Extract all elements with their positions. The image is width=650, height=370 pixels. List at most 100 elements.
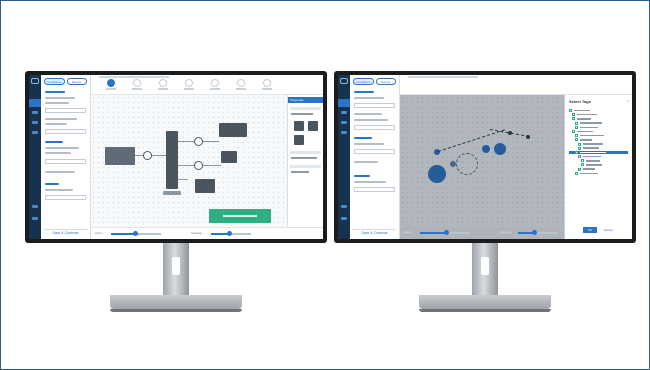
- process-node[interactable]: [194, 161, 203, 170]
- tree-row[interactable]: [569, 125, 628, 129]
- nav-item-icon[interactable]: [341, 217, 347, 220]
- text-line: [354, 161, 378, 163]
- connector: [203, 165, 221, 166]
- tree-row[interactable]: [569, 117, 628, 121]
- text-line: [45, 152, 71, 154]
- nav-item-icon[interactable]: [32, 205, 38, 208]
- device-icon[interactable]: [308, 121, 318, 131]
- dialog-title: Select Tags: [569, 99, 591, 104]
- zoom-slider[interactable]: [111, 231, 161, 236]
- text-line: [291, 113, 313, 115]
- section-heading: [354, 175, 370, 177]
- nav-item-icon[interactable]: [341, 131, 347, 134]
- nav-item-icon[interactable]: [341, 205, 347, 208]
- save-continue-button[interactable]: Save & Continue: [353, 229, 396, 235]
- step-icon[interactable]: [263, 79, 271, 87]
- tree-row[interactable]: [569, 142, 628, 146]
- tree-row[interactable]: [569, 129, 628, 133]
- notification-toast[interactable]: [209, 209, 271, 223]
- tree-row-selected[interactable]: [569, 150, 628, 154]
- close-icon[interactable]: ×: [627, 98, 629, 103]
- zoom-label: Zoom: [404, 230, 412, 234]
- tree-row[interactable]: [569, 167, 628, 171]
- step-icon[interactable]: [211, 79, 219, 87]
- text-line: [45, 102, 69, 104]
- spacing-slider[interactable]: [518, 230, 558, 235]
- server-node[interactable]: [166, 131, 178, 189]
- right-stand-neck: [472, 243, 498, 295]
- tab-events[interactable]: Events: [375, 78, 396, 85]
- tree-row[interactable]: [569, 155, 628, 159]
- step-label: [184, 88, 194, 90]
- step-label: [236, 88, 246, 90]
- toast-text: [223, 215, 257, 217]
- output-node[interactable]: [219, 123, 247, 137]
- tree-row[interactable]: [569, 113, 628, 117]
- right-monitor: Conditions Events Save & Continue Select…: [334, 71, 636, 243]
- side-panel: Conditions Events Save & Continue: [350, 75, 400, 239]
- tree-row[interactable]: [569, 171, 628, 175]
- nav-item-icon[interactable]: [32, 121, 38, 124]
- input-field[interactable]: [45, 195, 86, 200]
- step-icon[interactable]: [133, 79, 141, 87]
- nav-item-icon[interactable]: [32, 217, 38, 220]
- tab-events[interactable]: Events: [66, 78, 87, 85]
- process-node[interactable]: [194, 137, 203, 146]
- tree-row[interactable]: [569, 134, 628, 138]
- cancel-button[interactable]: Cancel: [601, 227, 615, 233]
- save-continue-button[interactable]: Save & Continue: [44, 229, 87, 235]
- connector: [152, 155, 166, 156]
- zoom-slider[interactable]: [420, 230, 470, 235]
- nav-active-item[interactable]: [338, 99, 350, 107]
- nav-item-icon[interactable]: [32, 131, 38, 134]
- step-toolbar: [91, 75, 323, 95]
- tab-conditions[interactable]: Conditions: [44, 78, 65, 85]
- step-icon[interactable]: [185, 79, 193, 87]
- tree-row[interactable]: [569, 121, 628, 125]
- panel-header: Properties: [288, 97, 323, 103]
- chart-widget[interactable]: [105, 147, 135, 165]
- right-screen: Conditions Events Save & Continue Select…: [338, 75, 632, 239]
- left-monitor: Conditions Events Save & Continue Proper…: [25, 71, 327, 243]
- step-icon[interactable]: [237, 79, 245, 87]
- input-field[interactable]: [354, 187, 395, 192]
- spacing-slider[interactable]: [211, 231, 251, 236]
- tree-row[interactable]: [569, 159, 628, 163]
- step-icon[interactable]: [107, 79, 115, 87]
- section-heading: [45, 91, 65, 93]
- output-node[interactable]: [221, 151, 237, 163]
- connector: [178, 165, 194, 166]
- nav-item-icon[interactable]: [341, 121, 347, 124]
- device-icon[interactable]: [294, 135, 304, 145]
- tree-row[interactable]: [569, 163, 628, 167]
- step-icon[interactable]: [159, 79, 167, 87]
- text-line: [354, 97, 384, 99]
- text-line: [291, 157, 317, 159]
- nav-item-icon[interactable]: [341, 111, 347, 114]
- input-field[interactable]: [354, 125, 395, 130]
- device-icon[interactable]: [294, 121, 304, 131]
- properties-panel: Properties: [287, 95, 323, 227]
- text-line: [354, 119, 388, 121]
- tree-row[interactable]: [569, 138, 628, 142]
- input-field[interactable]: [45, 108, 86, 113]
- node-label: [163, 191, 181, 195]
- right-stand-base: [419, 295, 551, 312]
- diagram-canvas[interactable]: [91, 95, 287, 227]
- ok-button[interactable]: OK: [583, 227, 597, 233]
- tab-conditions[interactable]: Conditions: [353, 78, 374, 85]
- section-heading: [45, 141, 63, 143]
- tree-row[interactable]: [569, 146, 628, 150]
- filter-node[interactable]: [143, 151, 152, 160]
- text-line: [354, 181, 386, 183]
- output-node[interactable]: [195, 179, 215, 193]
- input-field[interactable]: [45, 159, 86, 164]
- zoom-label: Zoom: [95, 231, 103, 235]
- nav-item-icon[interactable]: [32, 111, 38, 114]
- input-field[interactable]: [354, 149, 395, 154]
- nav-active-item[interactable]: [29, 99, 41, 107]
- input-field[interactable]: [354, 103, 395, 108]
- input-field[interactable]: [45, 129, 86, 134]
- tree-row[interactable]: [569, 109, 628, 112]
- app-logo-icon: [31, 78, 39, 84]
